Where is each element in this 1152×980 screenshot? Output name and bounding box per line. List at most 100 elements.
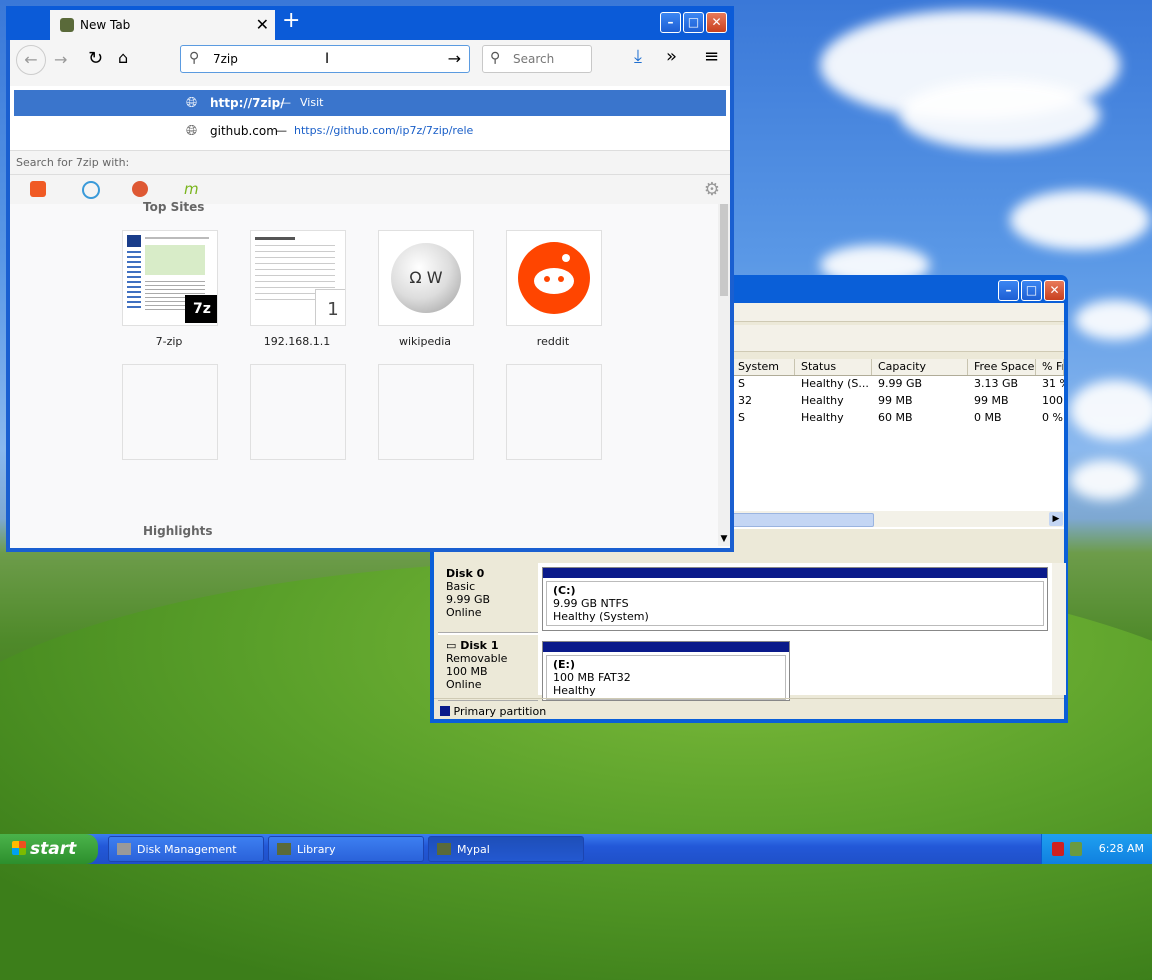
disk-state: Online xyxy=(446,678,482,691)
top-site-tile[interactable]: 1 xyxy=(250,230,346,326)
partition-fs: 100 MB FAT32 xyxy=(553,671,631,684)
column-header-free-space[interactable]: Free Space xyxy=(968,359,1036,375)
suggestion-row[interactable]: 🌐︎ http://7zip/ — Visit xyxy=(14,90,726,116)
taskbar-item-mypal[interactable]: Mypal xyxy=(428,836,584,862)
search-input[interactable]: Search xyxy=(513,52,554,66)
go-arrow-icon[interactable]: → xyxy=(448,49,461,68)
vertical-scrollbar[interactable] xyxy=(1052,563,1066,695)
new-tab-button[interactable]: + xyxy=(282,8,300,33)
navigation-toolbar: ← → ↻ ⌂ ⚲ 7zip I → ⚲ Search ⤓ » ≡ xyxy=(10,40,730,87)
table-row[interactable]: S Healthy 60 MB 0 MB 0 % xyxy=(732,410,1064,427)
autocomplete-popup: 🌐︎ http://7zip/ — Visit 🌐︎ github.com — … xyxy=(10,86,730,205)
cell: S xyxy=(738,377,745,390)
qwant-icon[interactable] xyxy=(82,181,100,199)
duckduckgo-icon[interactable] xyxy=(132,181,148,197)
disk-name: Disk 1 xyxy=(460,639,499,652)
table-row[interactable]: 32 Healthy 99 MB 99 MB 100 % xyxy=(732,393,1064,410)
column-header-status[interactable]: Status xyxy=(795,359,872,375)
task-label: Disk Management xyxy=(137,843,237,856)
empty-site-slot[interactable] xyxy=(122,364,218,460)
maximize-button[interactable]: □ xyxy=(683,12,704,33)
minimize-button[interactable]: – xyxy=(660,12,681,33)
minimize-button[interactable]: – xyxy=(998,280,1019,301)
cell: 0 % xyxy=(1042,411,1063,424)
suggestion-url: https://github.com/ip7z/7zip/rele xyxy=(294,124,474,137)
suggestion-title: github.com xyxy=(210,124,278,138)
maximize-button[interactable]: □ xyxy=(1021,280,1042,301)
cell: 31 % xyxy=(1042,377,1064,390)
brave-search-icon[interactable] xyxy=(30,181,46,197)
browser-window[interactable]: New Tab ✕ + – □ ✕ ← → ↻ ⌂ ⚲ 7zip I → ⚲ S… xyxy=(6,6,734,552)
scroll-right-icon[interactable]: ▶ xyxy=(1049,512,1063,526)
tab-title: New Tab xyxy=(80,18,131,32)
scroll-thumb[interactable] xyxy=(732,513,874,527)
top-site-tile[interactable]: Ω W xyxy=(378,230,474,326)
close-button[interactable]: ✕ xyxy=(706,12,727,33)
tab-strip: New Tab ✕ + – □ ✕ xyxy=(6,6,734,40)
top-sites-heading: Top Sites xyxy=(143,200,205,214)
search-icon: ⚲ xyxy=(490,50,501,66)
mojeek-icon[interactable]: m xyxy=(184,180,199,198)
cell: 0 MB xyxy=(974,411,1002,424)
suggestion-action: Visit xyxy=(300,96,324,109)
back-button[interactable]: ← xyxy=(16,45,46,75)
download-icon[interactable]: ⤓ xyxy=(634,46,642,67)
top-site-label[interactable]: reddit xyxy=(488,335,618,348)
globe-icon: 🌐︎ xyxy=(186,95,198,111)
disk-0-label[interactable]: Disk 0 Basic 9.99 GB Online xyxy=(438,563,538,633)
home-button[interactable]: ⌂ xyxy=(118,48,128,67)
empty-site-slot[interactable] xyxy=(250,364,346,460)
top-site-tile[interactable]: 7z xyxy=(122,230,218,326)
taskbar-item-disk-management[interactable]: Disk Management xyxy=(108,836,264,862)
top-site-label[interactable]: wikipedia xyxy=(360,335,490,348)
disk-management-icon xyxy=(117,843,131,855)
scroll-thumb[interactable] xyxy=(720,204,728,296)
vertical-scrollbar[interactable]: ▼ xyxy=(718,204,730,546)
url-bar[interactable]: ⚲ 7zip I → xyxy=(180,45,470,73)
hamburger-menu-icon[interactable]: ≡ xyxy=(704,46,719,67)
empty-site-slot[interactable] xyxy=(506,364,602,460)
search-bar[interactable]: ⚲ Search xyxy=(482,45,592,73)
cell: S xyxy=(738,411,745,424)
close-button[interactable]: ✕ xyxy=(1044,280,1065,301)
top-site-label[interactable]: 192.168.1.1 xyxy=(232,335,362,348)
disk-map[interactable]: Disk 0 Basic 9.99 GB Online (C:) 9.99 GB… xyxy=(438,563,1066,701)
search-icon: ⚲ xyxy=(189,50,200,66)
reload-button[interactable]: ↻ xyxy=(88,48,103,69)
scroll-down-icon[interactable]: ▼ xyxy=(718,534,730,546)
disk-1-label[interactable]: ▭ Disk 1 Removable 100 MB Online xyxy=(438,635,538,701)
cell: 9.99 GB xyxy=(878,377,923,390)
safely-remove-icon[interactable] xyxy=(1070,842,1082,856)
forward-button[interactable]: → xyxy=(54,50,67,69)
column-header-system[interactable]: System xyxy=(732,359,795,375)
new-tab-page: Top Sites 7z 7-zip 1 192.168.1.1 Ω W wik… xyxy=(10,200,730,548)
top-site-tile[interactable] xyxy=(506,230,602,326)
table-row[interactable]: S Healthy (S... 9.99 GB 3.13 GB 31 % xyxy=(732,376,1064,393)
taskbar: start Disk Management Library Mypal 6:28… xyxy=(0,834,1152,864)
disk-name: Disk 0 xyxy=(446,567,485,580)
start-button[interactable]: start xyxy=(0,834,98,864)
partition-e[interactable]: (E:) 100 MB FAT32 Healthy xyxy=(542,641,790,701)
top-site-label[interactable]: 7-zip xyxy=(104,335,234,348)
partition-c[interactable]: (C:) 9.99 GB NTFS Healthy (System) xyxy=(542,567,1048,631)
partition-name: (C:) xyxy=(553,584,576,597)
tab-new-tab[interactable]: New Tab ✕ xyxy=(50,10,275,40)
text-cursor-icon: I xyxy=(325,51,330,67)
url-input[interactable]: 7zip xyxy=(213,52,238,66)
cell: 99 MB xyxy=(974,394,1009,407)
suggestion-row[interactable]: 🌐︎ github.com — https://github.com/ip7z/… xyxy=(14,118,726,144)
column-header-percent-free[interactable]: % Fr xyxy=(1036,359,1064,375)
empty-site-slot[interactable] xyxy=(378,364,474,460)
cell: Healthy (S... xyxy=(801,377,869,390)
disk-icon: ▭ xyxy=(446,639,461,652)
search-engines-bar: m ⚙ xyxy=(10,174,730,205)
column-header-capacity[interactable]: Capacity xyxy=(872,359,968,375)
close-tab-icon[interactable]: ✕ xyxy=(256,15,269,34)
volume-list[interactable]: System Status Capacity Free Space % Fr S… xyxy=(732,359,1064,529)
settings-gear-icon[interactable]: ⚙ xyxy=(704,179,720,200)
security-alert-icon[interactable] xyxy=(1052,842,1064,856)
taskbar-item-library[interactable]: Library xyxy=(268,836,424,862)
overflow-chevron-icon[interactable]: » xyxy=(666,46,677,67)
horizontal-scrollbar[interactable]: ▶ xyxy=(732,511,1064,527)
clock[interactable]: 6:28 AM xyxy=(1099,834,1144,864)
